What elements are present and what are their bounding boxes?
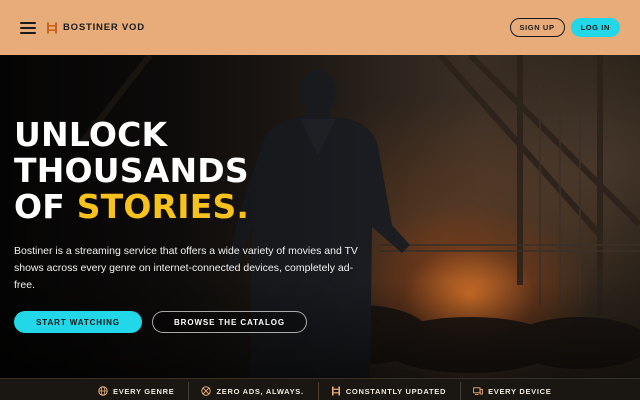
log-in-button[interactable]: LOG IN: [570, 18, 620, 37]
feature-label: EVERY DEVICE: [488, 386, 552, 396]
header-actions: SIGN UP LOG IN: [509, 18, 620, 37]
ladder-icon: [331, 386, 340, 396]
headline-line-2: THOUSANDS: [14, 151, 249, 190]
globe-icon: [98, 386, 108, 396]
no-ads-icon: [201, 386, 212, 396]
feature-label: EVERY GENRE: [113, 386, 175, 396]
feature-label: CONSTANTLY UPDATED: [345, 386, 447, 396]
hamburger-menu-icon[interactable]: [20, 21, 36, 34]
brand-name[interactable]: BOSTINER VOD: [63, 22, 145, 33]
devices-icon: [473, 387, 483, 395]
hero-content: UNLOCK THOUSANDS OF STORIES. Bostiner is…: [14, 117, 434, 333]
feature-item: EVERY GENRE: [98, 382, 190, 400]
feature-item: EVERY DEVICE: [473, 382, 565, 400]
headline-line-1: UNLOCK: [14, 115, 168, 154]
headline-line-3-prefix: OF: [14, 187, 65, 226]
feature-strip: EVERY GENRE ZERO ADS, ALWAYS. CONSTANTLY…: [0, 378, 640, 400]
site-header: BOSTINER VOD SIGN UP LOG IN: [0, 0, 640, 55]
sign-up-button[interactable]: SIGN UP: [509, 18, 565, 37]
hero-cta-group: START WATCHING BROWSE THE CATALOG: [14, 311, 434, 333]
browse-catalog-button[interactable]: BROWSE THE CATALOG: [152, 311, 307, 333]
headline-accent: STORIES.: [76, 187, 250, 226]
hero-headline: UNLOCK THOUSANDS OF STORIES.: [14, 117, 434, 225]
headline-line-3: OF STORIES.: [14, 189, 434, 225]
hero-description: Bostiner is a streaming service that off…: [14, 245, 358, 291]
feature-item: ZERO ADS, ALWAYS.: [201, 382, 319, 400]
ladder-logo-icon: [47, 22, 57, 33]
feature-item: CONSTANTLY UPDATED: [331, 382, 462, 400]
start-watching-button[interactable]: START WATCHING: [14, 311, 142, 333]
hero-section: UNLOCK THOUSANDS OF STORIES. Bostiner is…: [0, 55, 640, 378]
feature-label: ZERO ADS, ALWAYS.: [216, 386, 304, 396]
